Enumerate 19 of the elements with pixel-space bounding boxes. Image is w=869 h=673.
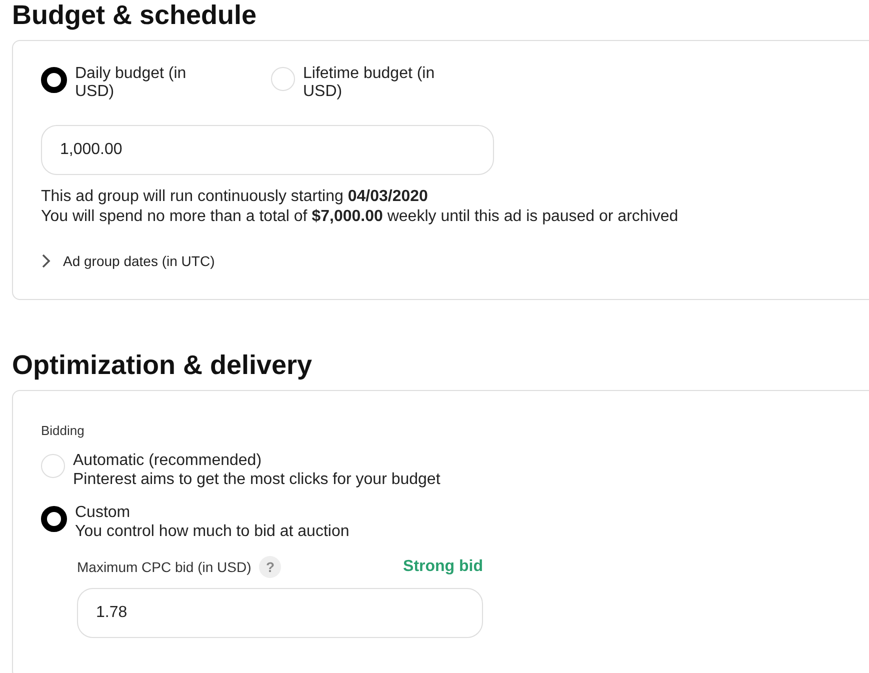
- radio-label: Lifetime budget (in USD): [303, 65, 436, 101]
- option-description: Pinterest aims to get the most clicks for your budget: [73, 470, 440, 490]
- radio-button[interactable]: [41, 67, 67, 93]
- radio-label: Daily budget (in USD): [75, 65, 188, 101]
- info-text: You will spend no more than a total of $7,000.00 weekly until this ad is paused or archived: [41, 207, 680, 227]
- group-label: Bidding: [41, 423, 86, 438]
- radio-button[interactable]: [41, 506, 67, 532]
- radio-label: Custom: [75, 504, 132, 522]
- radio-label: Automatic (recommended): [73, 452, 263, 470]
- bid-input[interactable]: 1.78: [77, 588, 483, 638]
- dates-expander[interactable]: Ad group dates (in UTC): [41, 253, 863, 269]
- field-label: Maximum CPC bid (in USD): [77, 559, 252, 575]
- budget-input[interactable]: 1,000.00: [41, 125, 494, 175]
- section-title: Optimization & delivery: [12, 349, 314, 380]
- option-description: You control how much to bid at auction: [75, 522, 350, 542]
- chevron-icon: [41, 254, 51, 268]
- section-title: Budget & schedule: [12, 0, 258, 30]
- bid-strength: Strong bid: [403, 558, 483, 576]
- info-text: This ad group will run continuously starting 04/03/2020: [41, 187, 429, 207]
